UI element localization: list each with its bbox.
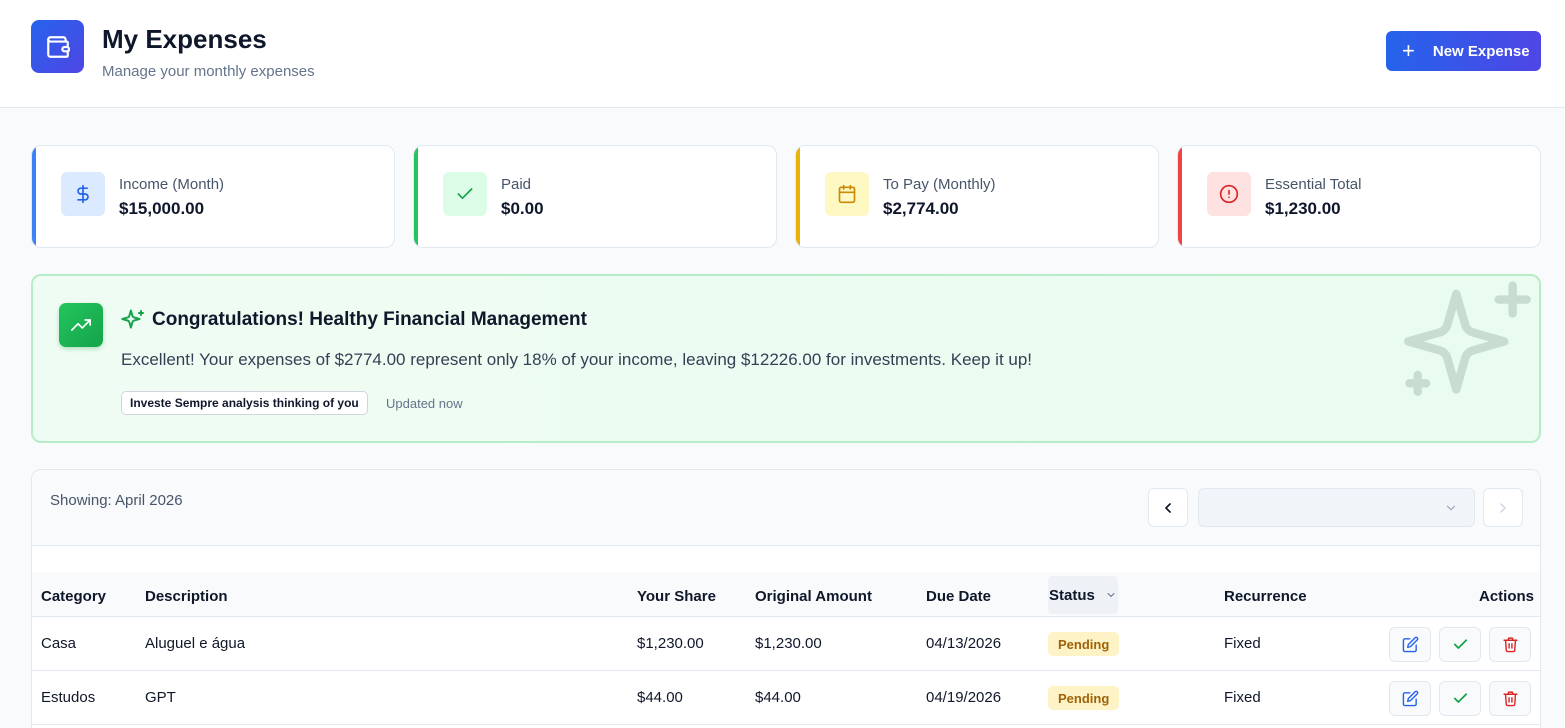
cell-recurrence: Fixed [1224, 635, 1261, 652]
edit-icon [1402, 636, 1418, 653]
month-select[interactable] [1198, 488, 1475, 527]
card-accent [796, 146, 800, 247]
column-header-actions: Actions [1479, 588, 1535, 605]
cell-recurrence: Fixed [1224, 689, 1261, 706]
card-accent [414, 146, 418, 247]
stat-label: Essential Total [1265, 176, 1362, 193]
chevron-down-icon [1107, 593, 1115, 597]
edit-icon [1402, 690, 1418, 707]
mark-paid-button[interactable] [1439, 627, 1481, 662]
panel-toolbar: Showing: April 2026 [32, 470, 1540, 546]
chevron-right-icon [1500, 502, 1506, 513]
app-header: My Expenses Manage your monthly expenses… [0, 0, 1565, 108]
new-expense-label: New Expense [1432, 42, 1530, 60]
check-icon [1453, 693, 1467, 703]
dollar-icon [61, 172, 105, 216]
edit-button[interactable] [1389, 681, 1431, 716]
stat-label: Income (Month) [119, 176, 225, 193]
new-expense-button[interactable]: + New Expense [1386, 31, 1541, 71]
stat-card-essential: Essential Total $1,230.00 [1177, 145, 1541, 248]
stat-value: $0.00 [501, 199, 544, 218]
stat-card-paid: Paid $0.00 [413, 145, 777, 248]
cell-category: Casa [41, 635, 77, 652]
cell-your-share: $1,230.00 [637, 635, 704, 652]
stat-card-income: Income (Month) $15,000.00 [31, 145, 395, 248]
status-badge: Pending [1048, 686, 1120, 710]
delete-button[interactable] [1489, 681, 1531, 716]
mark-paid-button[interactable] [1439, 681, 1481, 716]
calendar-icon [825, 172, 869, 216]
cell-due-date: 04/13/2026 [926, 635, 1002, 652]
table-header: Category Description Your Share Original… [32, 572, 1540, 617]
stat-label: Paid [501, 176, 532, 193]
page-subtitle: Manage your monthly expenses [102, 63, 315, 80]
delete-button[interactable] [1489, 627, 1531, 662]
plus-icon: + [1402, 38, 1415, 63]
column-header-due-date[interactable]: Due Date [926, 588, 991, 605]
page-title: My Expenses [102, 24, 267, 54]
cell-original-amount: $44.00 [755, 689, 801, 706]
card-accent [32, 146, 36, 247]
cell-your-share: $44.00 [637, 689, 683, 706]
column-header-recurrence[interactable]: Recurrence [1224, 588, 1307, 605]
stat-value: $2,774.00 [883, 199, 959, 218]
card-accent [1178, 146, 1182, 247]
edit-button[interactable] [1389, 627, 1431, 662]
stat-value: $1,230.00 [1265, 199, 1341, 218]
table-row: Estudos GPT $44.00 $44.00 04/19/2026 Pen… [32, 671, 1540, 725]
table-row: Casa Aluguel e água $1,230.00 $1,230.00 … [32, 617, 1540, 671]
insight-updated: Updated now [386, 396, 463, 411]
expenses-panel: Showing: April 2026 Category Description… [31, 469, 1541, 728]
sparkles-watermark-icon [1401, 280, 1535, 419]
alert-circle-icon [1207, 172, 1251, 216]
cell-description: GPT [145, 689, 176, 706]
insight-badge: Investe Sempre analysis thinking of you [121, 391, 368, 415]
trash-icon [1502, 691, 1518, 707]
chevron-left-icon [1165, 502, 1171, 513]
cell-category: Estudos [41, 689, 96, 706]
status-badge: Pending [1048, 632, 1120, 656]
column-header-original-amount[interactable]: Original Amount [755, 588, 872, 605]
check-icon [1453, 639, 1467, 649]
trash-icon [1502, 637, 1518, 653]
chevron-down-icon [1446, 505, 1456, 510]
stat-card-to-pay: To Pay (Monthly) $2,774.00 [795, 145, 1159, 248]
trending-up-icon [59, 303, 103, 347]
previous-month-button[interactable] [1148, 488, 1188, 527]
stat-label: To Pay (Monthly) [883, 176, 996, 193]
cell-description: Aluguel e água [145, 635, 246, 652]
next-month-button[interactable] [1483, 488, 1523, 527]
sparkles-icon [121, 308, 145, 337]
status-header-label: Status [1049, 586, 1095, 604]
column-header-category[interactable]: Category [41, 588, 106, 605]
check-icon [443, 172, 487, 216]
cell-original-amount: $1,230.00 [755, 635, 822, 652]
cell-due-date: 04/19/2026 [926, 689, 1002, 706]
insight-title: Congratulations! Healthy Financial Manag… [152, 309, 587, 330]
stat-value: $15,000.00 [119, 199, 205, 218]
insight-message: Excellent! Your expenses of $2774.00 rep… [121, 350, 1033, 369]
insight-banner: Congratulations! Healthy Financial Manag… [31, 274, 1541, 443]
wallet-icon [31, 20, 84, 73]
column-header-status[interactable]: Status [1048, 576, 1118, 614]
showing-label: Showing: April 2026 [50, 492, 183, 509]
column-header-your-share[interactable]: Your Share [637, 588, 716, 605]
column-header-description[interactable]: Description [145, 588, 228, 605]
